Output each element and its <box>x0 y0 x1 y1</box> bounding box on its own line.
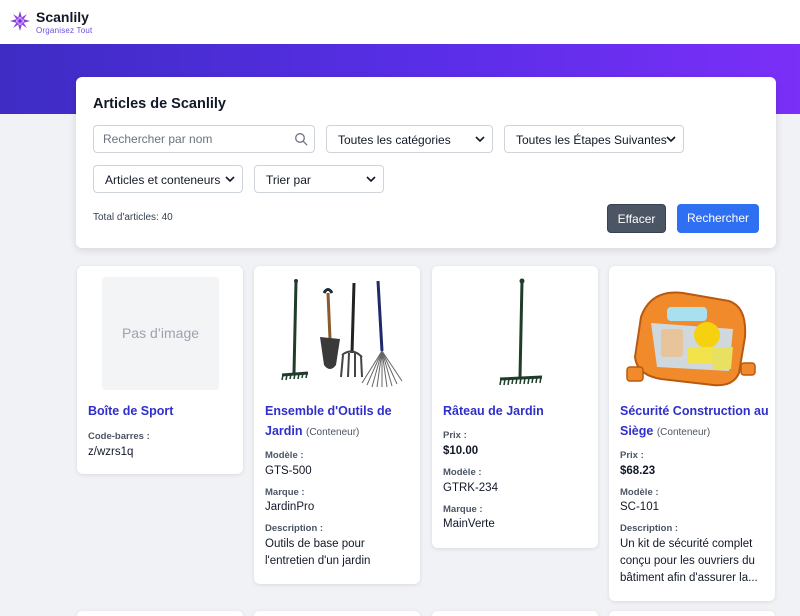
item-title-text[interactable]: Boîte de Sport <box>88 404 173 418</box>
search-box[interactable] <box>93 125 315 153</box>
brand-value: MainVerte <box>443 518 495 530</box>
app-tagline: Organisez Tout <box>36 26 93 35</box>
item-card[interactable] <box>254 611 420 616</box>
barcode-label: Code-barres : <box>88 431 150 442</box>
brand-label: Marque : <box>265 487 305 498</box>
item-card[interactable]: Râteau de Jardin Prix : $10.00 Modèle : … <box>432 266 598 548</box>
item-title[interactable]: Ensemble d'Outils de Jardin (Conteneur) <box>265 401 415 443</box>
garden-tools-icon <box>281 279 403 388</box>
model-label: Modèle : <box>620 487 659 498</box>
filter-panel: Articles de Scanlily Toutes les catégori… <box>76 77 776 248</box>
clear-button[interactable]: Effacer <box>607 204 666 233</box>
price-value: $10.00 <box>443 445 479 457</box>
category-select-value: Toutes les catégories <box>338 133 451 147</box>
category-select[interactable]: Toutes les catégories <box>326 125 493 153</box>
item-type-select[interactable]: Articles et conteneurs <box>93 165 243 193</box>
chevron-down-icon <box>475 136 485 143</box>
chevron-down-icon <box>666 136 676 143</box>
brand-label: Marque : <box>443 504 483 515</box>
model-value: SC-101 <box>620 501 659 513</box>
total-items: Total d'articles: 40 <box>93 212 173 223</box>
next-steps-select-value: Toutes les Étapes Suivantes <box>516 133 667 147</box>
safety-kit-icon <box>626 291 756 387</box>
top-bar: Scanlily Organisez Tout <box>0 0 800 44</box>
item-card[interactable] <box>77 611 243 616</box>
price-label: Prix : <box>620 450 644 461</box>
item-card[interactable]: Sécurité Construction au Siège (Conteneu… <box>609 266 775 601</box>
next-steps-select[interactable]: Toutes les Étapes Suivantes <box>504 125 684 153</box>
brand-value: JardinPro <box>265 501 315 513</box>
item-card[interactable]: Pas d’image Boîte de Sport Code-barres :… <box>77 266 243 474</box>
price-label: Prix : <box>443 430 467 441</box>
container-badge: (Conteneur) <box>656 427 711 438</box>
item-title[interactable]: Râteau de Jardin <box>443 401 593 421</box>
item-card[interactable]: Ensemble d'Outils de Jardin (Conteneur) … <box>254 266 420 584</box>
sort-select[interactable]: Trier par <box>254 165 384 193</box>
search-button[interactable]: Rechercher <box>677 204 759 233</box>
item-title-text[interactable]: Râteau de Jardin <box>443 404 544 418</box>
item-card[interactable] <box>609 611 775 616</box>
description-label: Description : <box>265 523 324 534</box>
item-card[interactable] <box>432 611 598 616</box>
no-image-placeholder: Pas d’image <box>102 277 219 390</box>
container-badge: (Conteneur) <box>306 427 360 438</box>
model-value: GTS-500 <box>265 465 312 477</box>
page-title: Articles de Scanlily <box>93 96 226 112</box>
price-value: $68.23 <box>620 465 656 477</box>
chevron-down-icon <box>225 176 235 183</box>
description-label: Description : <box>620 523 679 534</box>
barcode-value: z/wzrs1q <box>88 446 134 458</box>
item-title[interactable]: Boîte de Sport <box>88 401 238 421</box>
description-value: Outils de base pour l'entretien d'un jar… <box>265 538 371 567</box>
chevron-down-icon <box>366 176 376 183</box>
search-icon[interactable] <box>294 132 308 146</box>
item-title[interactable]: Sécurité Construction au Siège (Conteneu… <box>620 401 770 443</box>
search-input[interactable] <box>94 126 290 152</box>
rake-icon <box>499 278 543 386</box>
scanlily-logo-icon[interactable] <box>9 10 31 32</box>
model-label: Modèle : <box>265 450 304 461</box>
description-value: Un kit de sécurité complet conçu pour le… <box>620 538 758 584</box>
model-label: Modèle : <box>443 467 482 478</box>
item-type-select-value: Articles et conteneurs <box>105 173 221 187</box>
sort-select-value: Trier par <box>266 173 311 187</box>
app-name[interactable]: Scanlily <box>36 9 89 25</box>
model-value: GTRK-234 <box>443 482 498 494</box>
